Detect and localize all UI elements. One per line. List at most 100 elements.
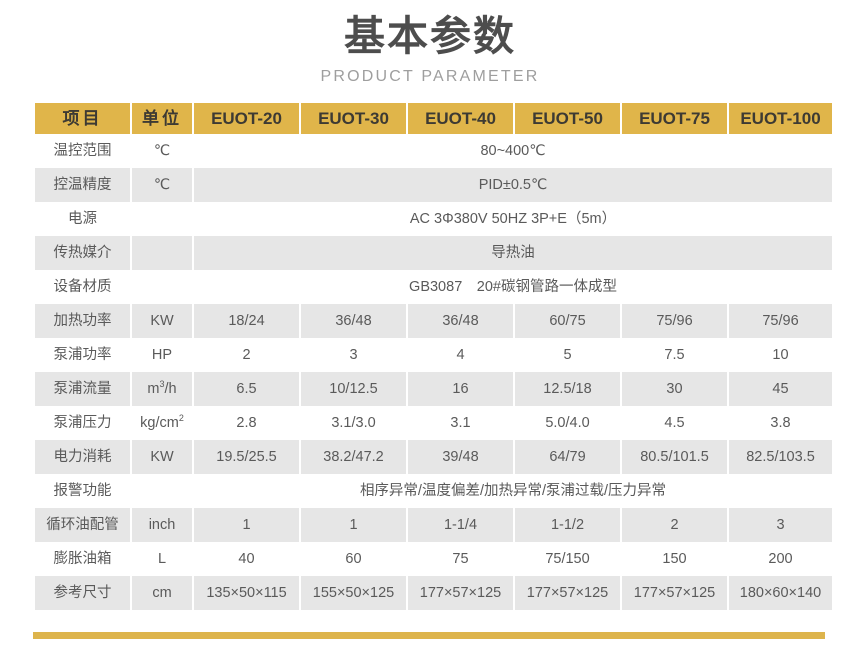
row-unit-label: cm (132, 576, 192, 610)
row-item-label: 泵浦功率 (35, 338, 130, 372)
row-item-label: 泵浦流量 (35, 372, 130, 406)
row-value-cell: 18/24 (194, 304, 299, 338)
bottom-accent-bar (33, 632, 825, 639)
row-value-cell: 39/48 (408, 440, 513, 474)
row-value-cell: 82.5/103.5 (729, 440, 832, 474)
row-value-cell: 1-1/2 (515, 508, 620, 542)
row-merged-value: PID±0.5℃ (194, 168, 832, 202)
row-merged-value: 80~400℃ (194, 134, 832, 168)
row-value-cell: 3 (729, 508, 832, 542)
row-value-cell: 60 (301, 542, 406, 576)
row-value-cell: 1-1/4 (408, 508, 513, 542)
row-value-cell: 1 (301, 508, 406, 542)
row-value-cell: 5.0/4.0 (515, 406, 620, 440)
row-item-label: 传热媒介 (35, 236, 130, 270)
table-row: 温控范围 ℃ 80~400℃ (35, 134, 832, 168)
column-header-item: 项目 (35, 103, 130, 134)
spec-table-head: 项目 单位 EUOT-20 EUOT-30 EUOT-40 EUOT-50 EU… (35, 103, 832, 134)
row-item-label: 设备材质 (35, 270, 130, 304)
row-value-cell: 75 (408, 542, 513, 576)
row-value-cell: 64/79 (515, 440, 620, 474)
table-row: 控温精度 ℃ PID±0.5℃ (35, 168, 832, 202)
row-value-cell: 5 (515, 338, 620, 372)
row-value-cell: 3.8 (729, 406, 832, 440)
row-value-cell: 80.5/101.5 (622, 440, 727, 474)
spec-table: 项目 单位 EUOT-20 EUOT-30 EUOT-40 EUOT-50 EU… (33, 103, 834, 610)
row-unit-label: m3/h (132, 372, 192, 406)
row-value-cell: 60/75 (515, 304, 620, 338)
row-value-cell: 75/96 (729, 304, 832, 338)
table-row: 参考尺寸 cm 135×50×115 155×50×125 177×57×125 177×… (35, 576, 832, 610)
row-merged-value: 导热油 (194, 236, 832, 270)
row-value-cell: 177×57×125 (515, 576, 620, 610)
column-header-euot-50: EUOT-50 (515, 103, 620, 134)
row-unit-label (132, 202, 192, 236)
table-row: 泵浦压力 kg/cm2 2.8 3.1/3.0 3.1 5.0/4.0 4.5 3.8 (35, 406, 832, 440)
column-header-euot-100: EUOT-100 (729, 103, 832, 134)
row-value-cell: 3 (301, 338, 406, 372)
product-parameter-page: 基本参数 PRODUCT PARAMETER 项目 单位 EUOT-20 EUO… (0, 0, 860, 647)
row-value-cell: 36/48 (301, 304, 406, 338)
row-unit-label (132, 270, 192, 304)
table-header-row: 项目 单位 EUOT-20 EUOT-30 EUOT-40 EUOT-50 EU… (35, 103, 832, 134)
spec-table-body: 温控范围 ℃ 80~400℃ 控温精度 ℃ PID±0.5℃ 电源 AC 3Φ380V 50H… (35, 134, 832, 610)
row-item-label: 电力消耗 (35, 440, 130, 474)
row-unit-label (132, 474, 192, 508)
page-title-block: 基本参数 PRODUCT PARAMETER (0, 0, 860, 86)
table-row: 膨胀油箱 L 40 60 75 75/150 150 200 (35, 542, 832, 576)
row-value-cell: 36/48 (408, 304, 513, 338)
row-unit-label (132, 236, 192, 270)
column-header-euot-75: EUOT-75 (622, 103, 727, 134)
row-value-cell: 2 (194, 338, 299, 372)
row-value-cell: 6.5 (194, 372, 299, 406)
row-value-cell: 10 (729, 338, 832, 372)
row-value-cell: 155×50×125 (301, 576, 406, 610)
table-row: 泵浦功率 HP 2 3 4 5 7.5 10 (35, 338, 832, 372)
table-row: 循环油配管 inch 1 1 1-1/4 1-1/2 2 3 (35, 508, 832, 542)
row-item-label: 报警功能 (35, 474, 130, 508)
row-value-cell: 38.2/47.2 (301, 440, 406, 474)
row-unit-label: ℃ (132, 134, 192, 168)
row-value-cell: 177×57×125 (408, 576, 513, 610)
table-row: 设备材质 GB3087 20#碳钢管路一体成型 (35, 270, 832, 304)
row-value-cell: 16 (408, 372, 513, 406)
row-value-cell: 1 (194, 508, 299, 542)
row-unit-label: HP (132, 338, 192, 372)
row-item-label: 加热功率 (35, 304, 130, 338)
column-header-euot-40: EUOT-40 (408, 103, 513, 134)
row-item-label: 循环油配管 (35, 508, 130, 542)
row-value-cell: 45 (729, 372, 832, 406)
table-row: 泵浦流量 m3/h 6.5 10/12.5 16 12.5/18 30 45 (35, 372, 832, 406)
row-merged-value: GB3087 20#碳钢管路一体成型 (194, 270, 832, 304)
row-unit-label: inch (132, 508, 192, 542)
column-header-unit: 单位 (132, 103, 192, 134)
row-unit-label: KW (132, 440, 192, 474)
row-value-cell: 2 (622, 508, 727, 542)
row-value-cell: 12.5/18 (515, 372, 620, 406)
page-title: 基本参数 (344, 13, 516, 59)
row-merged-value: AC 3Φ380V 50HZ 3P+E（5m） (194, 202, 832, 236)
row-value-cell: 177×57×125 (622, 576, 727, 610)
row-item-label: 参考尺寸 (35, 576, 130, 610)
row-value-cell: 2.8 (194, 406, 299, 440)
table-row: 报警功能 相序异常/温度偏差/加热异常/泵浦过载/压力异常 (35, 474, 832, 508)
row-value-cell: 150 (622, 542, 727, 576)
row-value-cell: 4 (408, 338, 513, 372)
spec-table-wrapper: 项目 单位 EUOT-20 EUOT-30 EUOT-40 EUOT-50 EU… (33, 103, 832, 610)
table-row: 电力消耗 KW 19.5/25.5 38.2/47.2 39/48 64/79 80.5/1… (35, 440, 832, 474)
row-merged-value: 相序异常/温度偏差/加热异常/泵浦过载/压力异常 (194, 474, 832, 508)
row-item-label: 膨胀油箱 (35, 542, 130, 576)
row-value-cell: 75/150 (515, 542, 620, 576)
table-row: 加热功率 KW 18/24 36/48 36/48 60/75 75/96 75/96 (35, 304, 832, 338)
row-value-cell: 7.5 (622, 338, 727, 372)
row-item-label: 温控范围 (35, 134, 130, 168)
row-value-cell: 3.1 (408, 406, 513, 440)
row-value-cell: 180×60×140 (729, 576, 832, 610)
row-value-cell: 135×50×115 (194, 576, 299, 610)
table-row: 电源 AC 3Φ380V 50HZ 3P+E（5m） (35, 202, 832, 236)
row-item-label: 电源 (35, 202, 130, 236)
row-value-cell: 30 (622, 372, 727, 406)
row-unit-label: ℃ (132, 168, 192, 202)
row-value-cell: 75/96 (622, 304, 727, 338)
row-value-cell: 19.5/25.5 (194, 440, 299, 474)
